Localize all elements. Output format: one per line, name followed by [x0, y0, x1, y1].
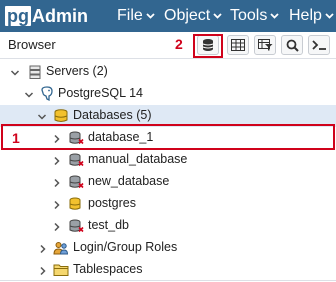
- highlight-box-query-tool: [193, 34, 223, 58]
- browser-panel-header: Browser 2: [0, 32, 336, 59]
- tree-node-label: Tablespaces: [73, 262, 143, 276]
- database-disconnected-icon: [68, 218, 84, 234]
- tree-node-label: manual_database: [88, 152, 188, 166]
- menu-file-label: File: [117, 7, 143, 24]
- database-icon: [68, 196, 84, 212]
- view-data-button[interactable]: [227, 35, 249, 55]
- panel-bottom-border: [0, 280, 336, 281]
- psql-terminal-icon: [311, 39, 327, 51]
- chevron-down-icon: [325, 13, 334, 19]
- chevron-right-icon[interactable]: [52, 221, 62, 232]
- menu-object-label: Object: [164, 7, 211, 24]
- menu-file[interactable]: File: [117, 0, 155, 32]
- chevron-down-icon: [270, 13, 279, 19]
- highlight-box-database-1: [1, 124, 335, 150]
- chevron-right-icon[interactable]: [52, 155, 62, 166]
- tree-node-manual-database[interactable]: manual_database: [0, 149, 336, 171]
- chevron-down-icon[interactable]: [10, 67, 20, 77]
- psql-tool-button[interactable]: [308, 35, 330, 55]
- tree-node-postgres[interactable]: postgres: [0, 193, 336, 215]
- logo-prefix: pg: [5, 6, 31, 26]
- menu-help[interactable]: Help: [289, 0, 334, 32]
- database-disconnected-icon: [68, 152, 84, 168]
- tree-node-new-database[interactable]: new_database: [0, 171, 336, 193]
- databases-icon: [53, 108, 69, 124]
- servers-icon: [27, 64, 43, 80]
- object-browser-tree: Servers (2) PostgreSQL 14 Databases (5): [0, 59, 336, 282]
- menu-help-label: Help: [289, 7, 322, 24]
- search-objects-button[interactable]: [281, 35, 303, 55]
- chevron-right-icon[interactable]: [38, 265, 48, 276]
- elephant-icon: [39, 86, 55, 102]
- tree-node-label: PostgreSQL 14: [58, 86, 144, 100]
- filtered-rows-button[interactable]: [254, 35, 276, 55]
- tree-node-servers[interactable]: Servers (2): [0, 61, 336, 83]
- chevron-right-icon[interactable]: [52, 177, 62, 188]
- annotation-marker-2: 2: [175, 36, 183, 52]
- view-data-icon: [231, 39, 245, 51]
- menu-tools[interactable]: Tools: [230, 0, 279, 32]
- logo-suffix: Admin: [32, 5, 88, 26]
- tablespaces-icon: [53, 262, 69, 278]
- chevron-right-icon[interactable]: [38, 243, 48, 254]
- browser-title: Browser: [8, 37, 56, 52]
- tree-node-test-db[interactable]: test_db: [0, 215, 336, 237]
- menu-tools-label: Tools: [230, 7, 268, 24]
- chevron-right-icon[interactable]: [52, 199, 62, 210]
- tree-node-label: test_db: [88, 218, 130, 232]
- chevron-down-icon: [146, 13, 155, 19]
- tree-node-login-group-roles[interactable]: Login/Group Roles: [0, 237, 336, 259]
- search-icon: [286, 39, 299, 52]
- filtered-rows-icon: [257, 39, 273, 51]
- tree-node-tablespaces[interactable]: Tablespaces: [0, 259, 336, 281]
- tree-node-label: Servers (2): [46, 64, 108, 78]
- database-disconnected-icon: [68, 174, 84, 190]
- pgadmin-logo: pg Admin: [5, 5, 88, 27]
- tree-node-label: Login/Group Roles: [73, 240, 178, 254]
- top-navbar: pg Admin File Object Tools Help: [0, 0, 336, 32]
- chevron-down-icon: [213, 13, 222, 19]
- tree-node-label: new_database: [88, 174, 170, 188]
- tree-node-label: postgres: [88, 196, 136, 210]
- tree-node-server-postgresql-14[interactable]: PostgreSQL 14: [0, 83, 336, 105]
- roles-icon: [53, 240, 69, 256]
- tree-node-label: Databases (5): [73, 108, 152, 122]
- menu-object[interactable]: Object: [164, 0, 222, 32]
- chevron-down-icon[interactable]: [37, 111, 47, 121]
- chevron-down-icon[interactable]: [24, 89, 34, 99]
